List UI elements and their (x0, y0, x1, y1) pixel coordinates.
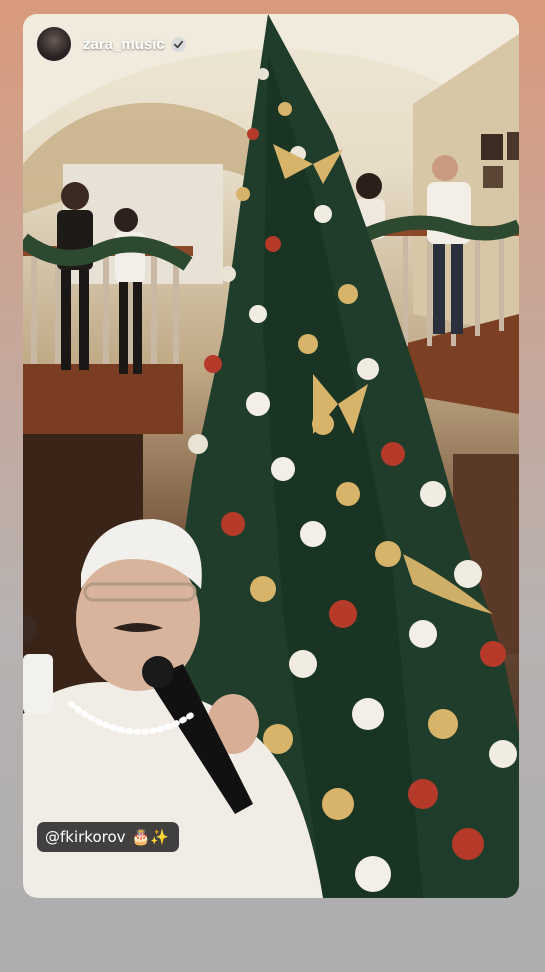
profile-avatar[interactable] (35, 25, 73, 63)
wall-picture (483, 166, 503, 188)
username[interactable]: zara_music (83, 36, 165, 53)
story-frame[interactable]: zara_music @fkirkorov 🎂✨ (23, 14, 519, 898)
wall-picture (481, 134, 503, 160)
story-photo (23, 14, 519, 898)
birthday-cake-sparkles-emoji: 🎂✨ (131, 828, 169, 846)
wall-picture (507, 132, 519, 160)
balcony-floor-left (23, 364, 183, 434)
mention-sticker[interactable]: @fkirkorov 🎂✨ (37, 822, 179, 852)
story-header[interactable]: zara_music (35, 24, 186, 64)
mention-handle[interactable]: @fkirkorov (45, 828, 126, 846)
balcony-balusters-left (31, 256, 179, 364)
verified-badge-icon (170, 36, 186, 52)
